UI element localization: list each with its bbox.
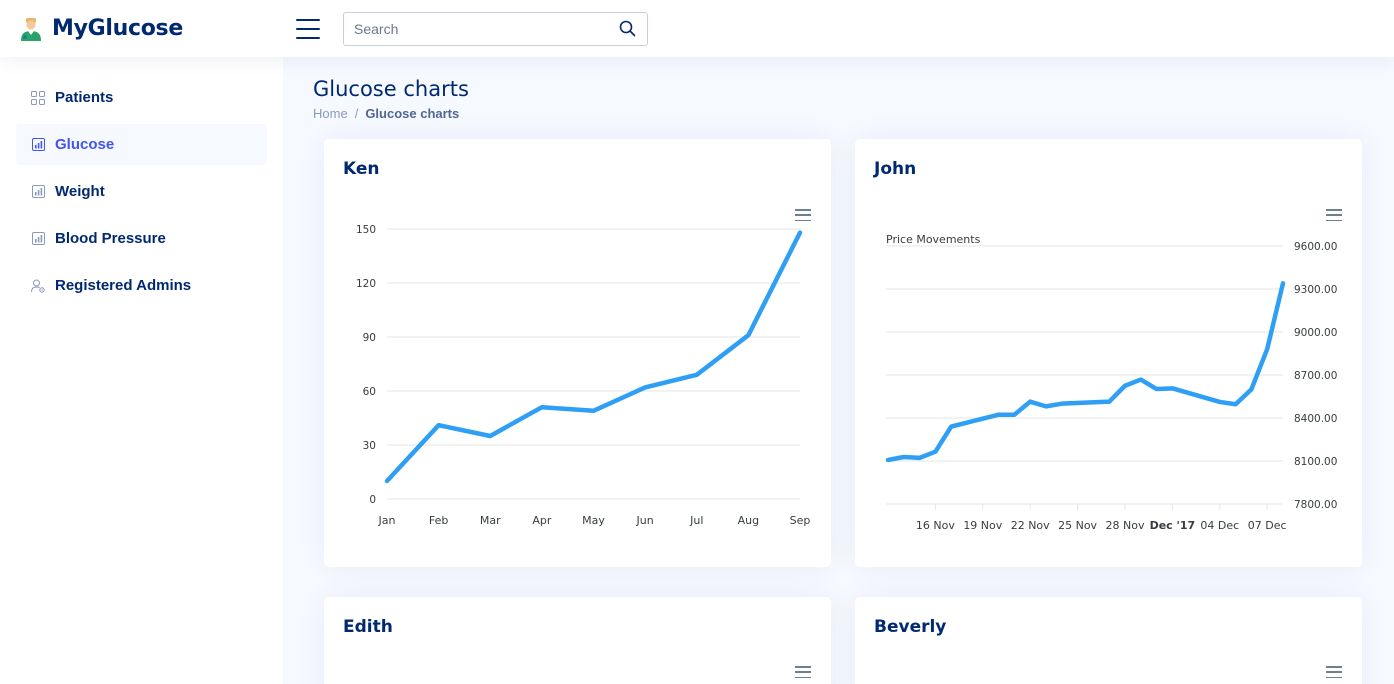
- y-tick-label: 8700.00: [1294, 370, 1337, 382]
- x-tick-label: Mar: [480, 514, 501, 527]
- series-line: [885, 281, 1286, 463]
- y-tick-label: 60: [363, 386, 376, 398]
- app-logo[interactable]: MyGlucose: [0, 16, 280, 42]
- search-icon: [619, 20, 635, 37]
- top-header: MyGlucose: [0, 0, 1394, 57]
- y-tick-label: 9600.00: [1294, 241, 1337, 253]
- y-tick-label: 7800.00: [1294, 499, 1337, 511]
- x-tick-label: Dec '17: [1150, 519, 1196, 532]
- menu-line: [296, 18, 320, 21]
- x-tick-label: Feb: [429, 514, 448, 527]
- card-title: Beverly: [874, 617, 947, 637]
- toggle-sidebar-button[interactable]: [296, 18, 320, 39]
- grid-icon: [31, 90, 45, 105]
- menu-line: [795, 676, 811, 678]
- sidebar-item-blood-pressure[interactable]: Blood Pressure: [16, 218, 267, 259]
- sidebar-item-registered-admins[interactable]: Registered Admins: [16, 265, 267, 306]
- price-movements-line-chart: Price Movements 7800.00 8100.00 8400.00 8700…: [885, 233, 1337, 532]
- sidebar-item-label: Patients: [55, 89, 114, 106]
- menu-line: [1326, 671, 1342, 673]
- menu-line: [296, 27, 320, 30]
- x-tick-label: 25 Nov: [1058, 519, 1097, 532]
- sidebar-item-label: Glucose: [55, 136, 115, 153]
- y-tick-label: 120: [356, 278, 376, 290]
- app-name: MyGlucose: [52, 16, 183, 41]
- chart-menu-button[interactable]: [795, 666, 811, 678]
- x-tick-label: Aug: [738, 514, 759, 527]
- sidebar-item-label: Blood Pressure: [55, 230, 166, 247]
- menu-line: [1326, 666, 1342, 668]
- glucose-line-chart: 0 30 60 90 120 150 Jan Feb Mar Apr May Jun Jul Aug Sep: [356, 224, 811, 527]
- x-tick-label: Jul: [689, 514, 703, 527]
- chart-card-edith: Edith: [324, 597, 831, 684]
- card-title: Edith: [343, 617, 393, 637]
- bar-chart-icon: [31, 185, 45, 199]
- x-tick-label: Apr: [532, 514, 552, 527]
- search-button[interactable]: [617, 19, 637, 39]
- menu-line: [296, 36, 320, 39]
- chart-menu-button[interactable]: [1326, 666, 1342, 678]
- bar-chart-icon: [31, 138, 45, 152]
- chart-card-beverly: Beverly: [855, 597, 1362, 684]
- y-tick-label: 30: [363, 440, 376, 452]
- search-input[interactable]: [354, 20, 617, 37]
- sidebar-item-label: Registered Admins: [55, 277, 192, 294]
- sidebar-item-weight[interactable]: Weight: [16, 171, 267, 212]
- x-tick-label: 28 Nov: [1106, 519, 1145, 532]
- x-tick-label: 07 Dec: [1248, 519, 1287, 532]
- sidebar-item-label: Weight: [55, 183, 105, 200]
- x-tick-label: 16 Nov: [916, 519, 955, 532]
- menu-line: [1326, 676, 1342, 678]
- x-tick-label: 04 Dec: [1200, 519, 1239, 532]
- x-tick-label: Sep: [790, 514, 811, 527]
- menu-line: [795, 671, 811, 673]
- bar-chart-icon: [31, 232, 45, 246]
- person-gear-icon: [31, 279, 45, 293]
- breadcrumb-home-link[interactable]: Home: [313, 106, 348, 121]
- page-title: Glucose charts: [313, 77, 469, 101]
- chart-title: Price Movements: [886, 233, 981, 246]
- y-tick-label: 8400.00: [1294, 413, 1337, 425]
- breadcrumb-current: Glucose charts: [365, 106, 460, 121]
- x-tick-label: 22 Nov: [1011, 519, 1050, 532]
- menu-line: [795, 666, 811, 668]
- sidebar-item-patients[interactable]: Patients: [16, 77, 267, 118]
- x-tick-label: 19 Nov: [963, 519, 1002, 532]
- series-line: [384, 230, 803, 484]
- y-tick-label: 9300.00: [1294, 284, 1337, 296]
- doctor-icon: [21, 17, 41, 41]
- y-tick-label: 150: [356, 224, 376, 236]
- sidebar-item-glucose[interactable]: Glucose: [16, 124, 267, 165]
- main-content: Glucose charts Home / Glucose charts Ken…: [283, 57, 1394, 684]
- y-tick-label: 0: [369, 494, 376, 506]
- chart-card-john: John Price Movements 7800.00 8100.00 8400.0…: [855, 139, 1362, 567]
- x-tick-label: Jan: [378, 514, 396, 527]
- chart-card-ken: Ken 0 30 60 90 120 150 Jan Feb Mar Apr May Jun Jul Au…: [324, 139, 831, 567]
- breadcrumb: Home / Glucose charts: [313, 106, 459, 121]
- x-tick-label: Jun: [636, 514, 654, 527]
- search-form: [343, 11, 648, 46]
- breadcrumb-separator: /: [354, 106, 359, 121]
- y-tick-label: 8100.00: [1294, 456, 1337, 468]
- y-tick-label: 9000.00: [1294, 327, 1337, 339]
- sidebar: Patients Glucose Weight Blood Pressure R…: [0, 57, 283, 684]
- x-tick-label: May: [582, 514, 605, 527]
- y-tick-label: 90: [363, 332, 376, 344]
